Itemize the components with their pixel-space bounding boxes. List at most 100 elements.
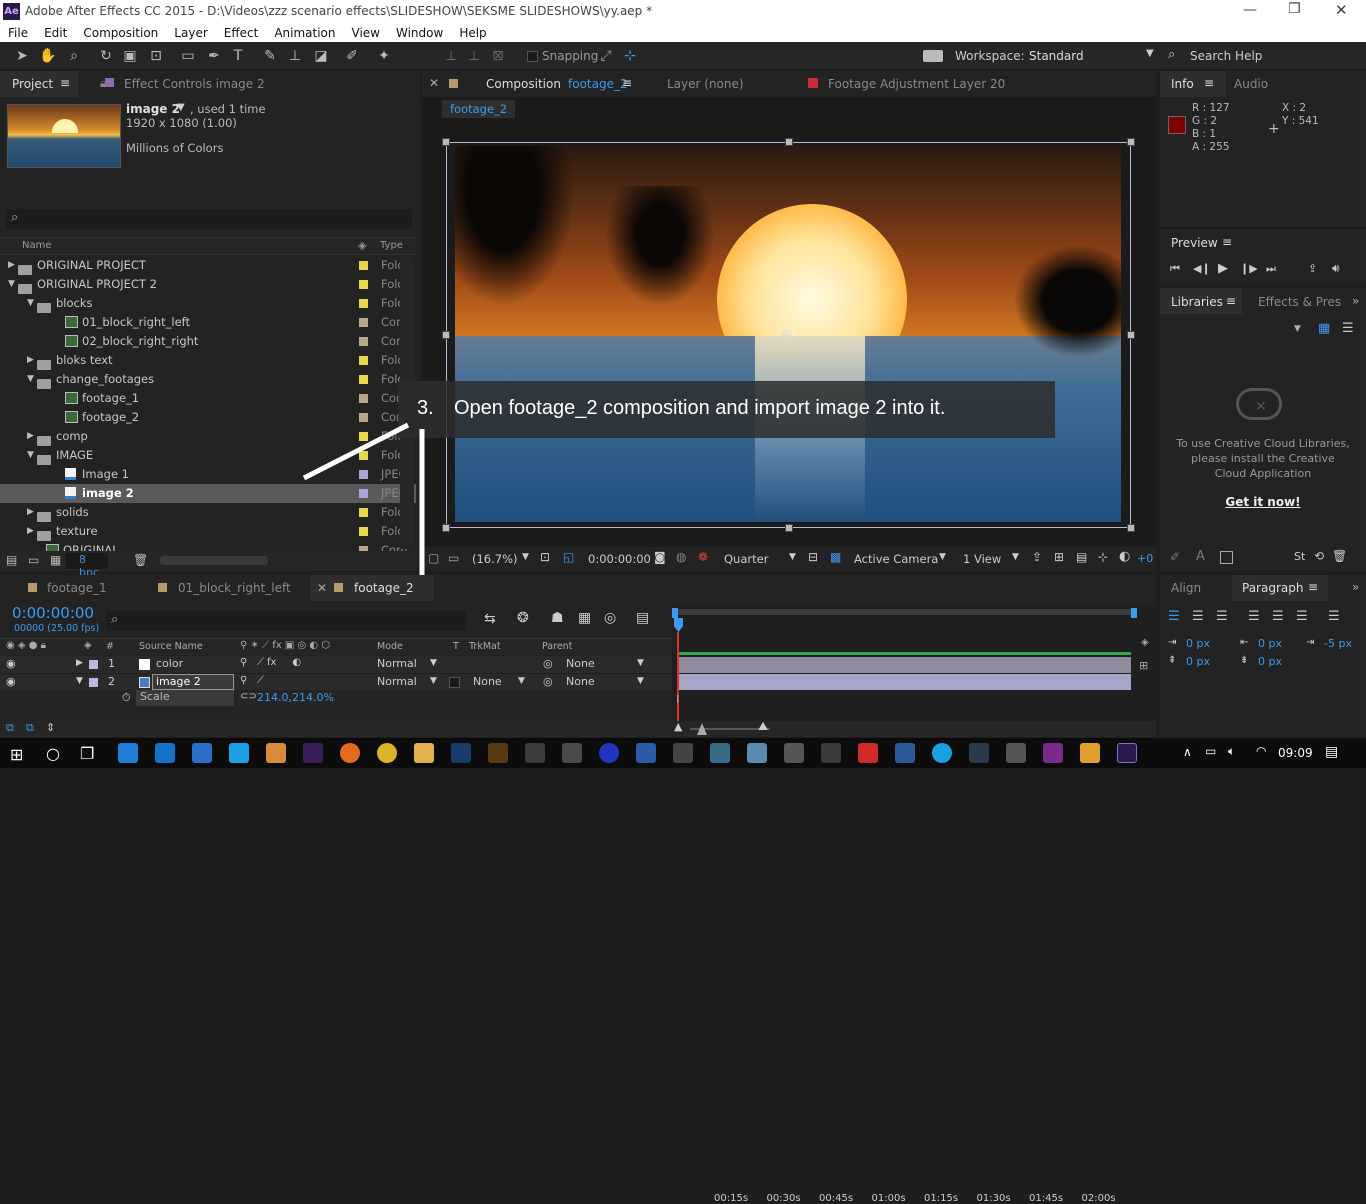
firefox-icon[interactable] [340, 743, 360, 763]
trkmat-dropdown-icon[interactable]: ▼ [518, 676, 525, 686]
project-scrollbar-horizontal[interactable] [160, 556, 268, 565]
volume-icon[interactable]: 🔈︎ [1228, 744, 1235, 759]
close-comp-tab-icon[interactable]: ✕ [429, 76, 439, 90]
mask-visibility-icon[interactable]: ◱ [563, 550, 574, 564]
justify-center-icon[interactable]: ☰ [1272, 609, 1284, 624]
project-item[interactable]: ▶ bloks text Fold [0, 351, 416, 370]
project-item[interactable]: footage_1 Com [0, 389, 416, 408]
draft-3d-icon[interactable]: ❂ [517, 610, 529, 626]
last-frame-icon[interactable]: ⏭ [1266, 262, 1276, 276]
zoom-tool-icon[interactable]: ⌕ [64, 46, 84, 66]
mode-dropdown-icon[interactable]: ▼ [430, 676, 437, 686]
loop-icon[interactable]: ⇪ [1308, 262, 1317, 275]
column-type[interactable]: Type [380, 240, 403, 251]
snap-edges-icon[interactable]: ⤢ [596, 46, 616, 66]
justify-right-icon[interactable]: ☰ [1296, 609, 1308, 624]
app-icon[interactable] [1080, 743, 1100, 763]
info-tab-menu-icon[interactable]: ≡ [1204, 76, 1214, 90]
comp-mini-flowchart-icon[interactable]: ⇆ [484, 611, 496, 627]
brush-tool-icon[interactable]: ✎ [260, 46, 280, 66]
exposure-value[interactable]: +0 [1137, 552, 1153, 565]
mail-icon[interactable] [673, 743, 693, 763]
delete-icon[interactable]: 🗑︎ [1332, 549, 1347, 563]
onenote-icon[interactable] [1043, 743, 1063, 763]
pixel-aspect-icon[interactable]: ⇪ [1032, 550, 1042, 564]
timeline-timecode[interactable]: 0:00:00:00 [12, 604, 94, 622]
label-color-swatch[interactable] [359, 318, 368, 327]
dropbox-icon[interactable] [118, 743, 138, 763]
view-layout-select[interactable]: 1 View [963, 552, 1001, 566]
list-view-icon[interactable]: ☰ [1342, 321, 1354, 336]
camera-dropdown-icon[interactable]: ▼ [939, 552, 946, 562]
menu-view[interactable]: View [344, 26, 388, 40]
mode-dropdown-icon[interactable]: ▼ [430, 658, 437, 668]
pan-behind-tool-icon[interactable]: ⊡ [146, 46, 166, 66]
expand-arrow-icon[interactable]: ▶ [27, 503, 34, 522]
close-icon[interactable]: ✕ [1335, 1, 1348, 19]
premiere-icon[interactable] [303, 743, 323, 763]
tab-effect-controls[interactable]: Effect Controls image 2 [124, 77, 265, 91]
restore-icon[interactable]: ❐ [1288, 1, 1301, 17]
indent-first-value[interactable]: -5 px [1324, 637, 1352, 650]
indent-right-value[interactable]: 0 px [1258, 637, 1282, 650]
label-color-swatch[interactable] [359, 299, 368, 308]
onedrive-icon[interactable] [784, 743, 804, 763]
menu-effect[interactable]: Effect [216, 26, 267, 40]
tab-footage[interactable]: Footage Adjustment Layer 20 [828, 77, 1005, 91]
menu-edit[interactable]: Edit [36, 26, 75, 40]
anchor-point-icon[interactable]: ⊕ [780, 325, 793, 344]
handle-tm[interactable] [785, 138, 793, 146]
layer-switches[interactable]: ⚲ ⟋ fx ◐ [240, 657, 301, 668]
chrome-icon[interactable] [377, 743, 397, 763]
tab-align[interactable]: Align [1171, 581, 1201, 595]
menu-composition[interactable]: Composition [75, 26, 166, 40]
axis-view-icon[interactable]: ⊠ [488, 46, 508, 66]
store-icon[interactable] [1006, 743, 1026, 763]
monitor-icon[interactable]: ▭ [448, 551, 459, 565]
zoom-out-icon[interactable]: ▲ [674, 720, 682, 733]
column-t[interactable]: T [453, 641, 459, 652]
preview-title[interactable]: Preview [1171, 236, 1218, 250]
timeline-layer-row[interactable]: ◉ ▼ 2 image 2 ⚲ ⟋ Normal ▼ None ▼ ◎ None… [0, 673, 672, 690]
app-icon[interactable] [525, 743, 545, 763]
label-column-icon[interactable]: ◈ [84, 640, 92, 651]
minimize-icon[interactable]: — [1243, 2, 1257, 18]
label-color-swatch[interactable] [359, 337, 368, 346]
preserve-transparency-checkbox[interactable] [449, 677, 460, 688]
close-timeline-tab-icon[interactable]: ✕ [317, 581, 327, 595]
task-view-icon[interactable]: ❐ [80, 744, 94, 763]
parent-dropdown-icon[interactable]: ▼ [637, 658, 644, 668]
align-right-icon[interactable]: ☰ [1216, 609, 1228, 624]
expand-arrow-icon[interactable]: ▶ [8, 256, 15, 275]
roto-brush-tool-icon[interactable]: ✐ [342, 46, 362, 66]
handle-tl[interactable] [442, 138, 450, 146]
app-icon[interactable] [895, 743, 915, 763]
parent-dropdown-icon[interactable]: ▼ [637, 676, 644, 686]
expand-arrow-icon[interactable]: ▶ [27, 351, 34, 370]
flowchart-icon[interactable]: ⊹ [1098, 550, 1108, 564]
layer-label-swatch[interactable] [89, 660, 98, 669]
timeline-tab-block[interactable]: 01_block_right_left [178, 581, 291, 595]
handle-tr[interactable] [1127, 138, 1135, 146]
layer-name[interactable]: color [156, 657, 183, 670]
workspace-select[interactable]: Standard [1029, 49, 1084, 63]
app-icon[interactable] [710, 743, 730, 763]
eyedropper-icon[interactable]: ✐ [1170, 550, 1180, 564]
hand-tool-icon[interactable]: ✋ [38, 46, 58, 66]
app-icon[interactable] [599, 743, 619, 763]
expand-arrow-icon[interactable]: ▶ [76, 658, 83, 668]
bridge-icon[interactable] [488, 743, 508, 763]
type-tool-icon[interactable]: T [228, 46, 248, 66]
visibility-eye-icon[interactable]: ◉ [6, 675, 16, 688]
work-area-bar[interactable] [676, 609, 1136, 615]
space-after-value[interactable]: 0 px [1258, 655, 1282, 668]
axis-world-icon[interactable]: ⟂ [464, 46, 484, 66]
app-icon[interactable] [821, 743, 841, 763]
more-panels-icon[interactable]: » [1352, 294, 1359, 308]
timeline-tab-footage-1[interactable]: footage_1 [47, 581, 107, 595]
parent-pickwhip-icon[interactable]: ◎ [543, 675, 553, 688]
graph-editor-icon[interactable]: ▤ [636, 610, 649, 626]
taskbar-clock[interactable]: 09:09 [1278, 746, 1313, 760]
menu-layer[interactable]: Layer [166, 26, 215, 40]
toggle-modes-icon[interactable]: ⧉ [26, 721, 34, 735]
